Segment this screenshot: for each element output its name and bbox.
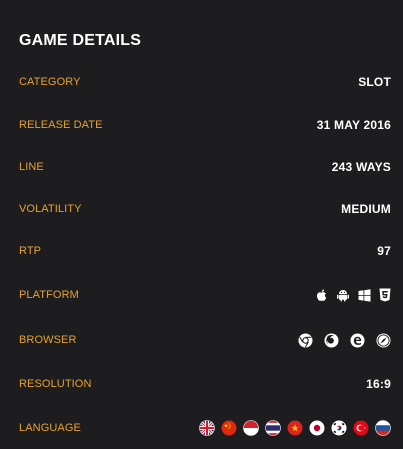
release-date-value: 31 MAY 2016	[316, 118, 391, 132]
release-date-row: RELEASE DATE 31 MAY 2016	[19, 115, 391, 135]
indonesia-flag-icon	[243, 420, 259, 436]
safari-icon	[376, 333, 391, 347]
volatility-value: MEDIUM	[341, 202, 391, 216]
apple-icon	[316, 288, 327, 301]
platform-row: PLATFORM	[19, 285, 391, 305]
rtp-row: RTP 97	[19, 241, 391, 261]
platform-label: PLATFORM	[19, 289, 79, 301]
chrome-icon	[298, 333, 313, 347]
volatility-label: VOLATILITY	[19, 203, 82, 215]
language-label: LANGUAGE	[19, 422, 81, 434]
uk-flag-icon	[199, 420, 215, 436]
volatility-row: VOLATILITY MEDIUM	[19, 199, 391, 219]
turkey-flag-icon	[353, 420, 369, 436]
resolution-row: RESOLUTION 16:9	[19, 374, 391, 394]
firefox-icon	[324, 333, 339, 347]
resolution-value: 16:9	[366, 377, 391, 391]
resolution-label: RESOLUTION	[19, 378, 92, 390]
line-label: LINE	[19, 161, 44, 173]
html5-icon	[379, 288, 391, 302]
browser-row: BROWSER	[19, 330, 391, 350]
category-value: SLOT	[358, 75, 391, 89]
language-row: LANGUAGE	[19, 418, 391, 438]
category-label: CATEGORY	[19, 76, 81, 88]
android-icon	[337, 290, 349, 302]
category-row: CATEGORY SLOT	[19, 72, 391, 92]
line-row: LINE 243 WAYS	[19, 157, 391, 177]
line-value: 243 WAYS	[331, 160, 391, 174]
thailand-flag-icon	[265, 420, 281, 436]
platform-icons	[307, 288, 391, 303]
south-korea-flag-icon	[331, 420, 347, 436]
browser-label: BROWSER	[19, 334, 77, 346]
language-flags	[193, 420, 391, 436]
browser-icons	[287, 333, 391, 348]
china-flag-icon	[221, 420, 237, 436]
russia-flag-icon	[375, 420, 391, 436]
windows-icon	[358, 288, 371, 302]
rtp-value: 97	[377, 244, 391, 258]
rtp-label: RTP	[19, 245, 42, 257]
game-details-card: GAME DETAILS CATEGORY SLOT RELEASE DATE …	[0, 0, 403, 449]
game-details-title: GAME DETAILS	[19, 32, 142, 49]
release-date-label: RELEASE DATE	[19, 119, 103, 131]
edge-icon	[350, 333, 365, 347]
japan-flag-icon	[309, 420, 325, 436]
vietnam-flag-icon	[287, 420, 303, 436]
